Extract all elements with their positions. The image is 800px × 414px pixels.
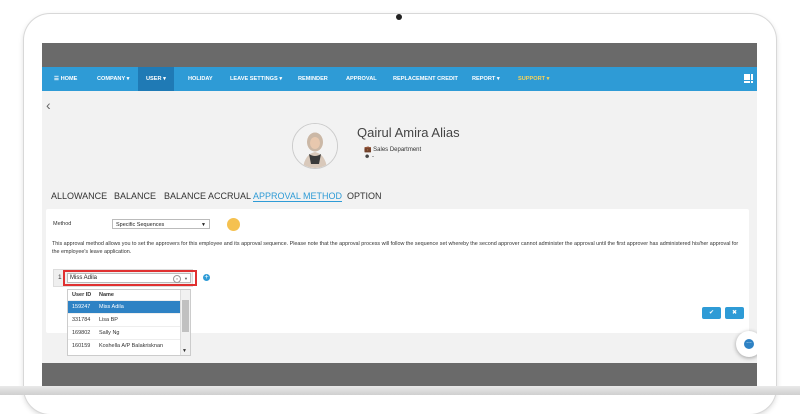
chat-icon: … xyxy=(744,339,754,349)
approver-dropdown: User ID Name 159247 Miss Adila 331784 Li… xyxy=(67,289,191,356)
laptop-base xyxy=(0,386,800,395)
dropdown-option[interactable]: 160159 Koshella A/P Balakrisknan xyxy=(68,339,181,353)
dropdown-header: User ID Name xyxy=(68,290,181,300)
user-circle-icon: ☻ xyxy=(364,154,371,160)
dropdown-option[interactable]: 331784 Lisa BP xyxy=(68,313,181,327)
profile-extra-value: - xyxy=(372,154,374,160)
nav-support[interactable]: SUPPORT ▾ xyxy=(515,67,552,91)
avatar xyxy=(292,123,338,169)
nav-replacement-credit[interactable]: REPLACEMENT CREDIT xyxy=(390,67,461,91)
method-label: Method xyxy=(53,221,72,227)
option-name: Koshella A/P Balakrisknan xyxy=(99,343,164,349)
menu-grid-icon[interactable] xyxy=(744,74,754,84)
profile-department: 💼 Sales Department xyxy=(364,146,421,153)
row-number: 1 xyxy=(58,274,62,281)
screen: ☰ HOME COMPANY ▾ USER ▾ HOLIDAY LEAVE SE… xyxy=(42,43,757,395)
highlight-box xyxy=(63,270,197,286)
dropdown-scrollbar[interactable]: ▼ xyxy=(180,290,190,355)
bulb-icon[interactable] xyxy=(227,218,240,231)
confirm-button[interactable]: ✔ xyxy=(702,307,721,319)
header-user-id: User ID xyxy=(72,292,92,298)
nav-approval[interactable]: APPROVAL xyxy=(343,67,380,91)
nav-leave-settings[interactable]: LEAVE SETTINGS ▾ xyxy=(227,67,285,91)
tab-approval-method[interactable]: APPROVAL METHOD xyxy=(253,191,343,202)
main-nav: ☰ HOME COMPANY ▾ USER ▾ HOLIDAY LEAVE SE… xyxy=(42,67,757,91)
cancel-button[interactable]: ✖ xyxy=(725,307,744,319)
method-value: Specific Sequences xyxy=(116,222,165,228)
option-id: 160159 xyxy=(72,343,91,349)
tab-balance[interactable]: BALANCE xyxy=(114,191,156,201)
dropdown-option[interactable]: 159247 Miss Adila xyxy=(68,300,181,314)
nav-home[interactable]: ☰ HOME xyxy=(51,67,80,91)
nav-user[interactable]: USER ▾ xyxy=(138,67,174,91)
top-bezel-area xyxy=(42,43,757,67)
scrollbar-thumb[interactable] xyxy=(182,300,189,332)
header-name: Name xyxy=(99,292,114,298)
scroll-down-icon[interactable]: ▼ xyxy=(182,348,187,354)
department-label: Sales Department xyxy=(373,147,422,153)
chevron-down-icon: ▼ xyxy=(201,222,206,228)
chat-button[interactable]: … xyxy=(736,331,757,357)
tab-allowance[interactable]: ALLOWANCE xyxy=(51,191,107,201)
nav-reminder[interactable]: REMINDER xyxy=(295,67,331,91)
add-circle-icon[interactable]: + xyxy=(203,274,210,281)
tab-balance-accrual[interactable]: BALANCE ACCRUAL xyxy=(164,191,251,201)
back-arrow-icon[interactable]: ‹ xyxy=(46,97,51,113)
profile-name: Qairul Amira Alias xyxy=(357,125,460,140)
method-description: This approval method allows you to set t… xyxy=(52,241,739,255)
nav-report[interactable]: REPORT ▾ xyxy=(469,67,503,91)
nav-company[interactable]: COMPANY ▾ xyxy=(94,67,132,91)
dropdown-option[interactable]: 169802 Sally Ng xyxy=(68,326,181,340)
briefcase-icon: 💼 xyxy=(364,147,372,153)
profile-extra: ☻ - xyxy=(364,154,374,160)
method-select[interactable]: Specific Sequences ▼ xyxy=(112,219,210,229)
tab-option[interactable]: OPTION xyxy=(347,191,382,201)
camera-dot xyxy=(396,14,402,20)
nav-holiday[interactable]: HOLIDAY xyxy=(185,67,216,91)
